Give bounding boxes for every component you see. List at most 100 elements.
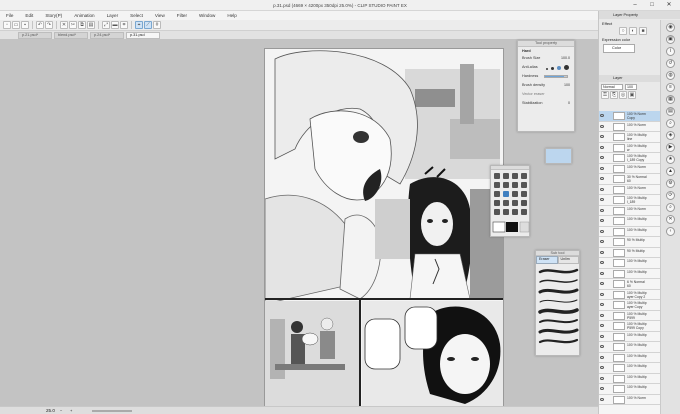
menu-edit[interactable]: Edit: [19, 11, 39, 20]
canvas-page[interactable]: [264, 48, 504, 408]
new-icon[interactable]: ▫: [3, 21, 11, 29]
color-swatch-panel[interactable]: [545, 148, 572, 164]
vector-eraser-row[interactable]: Vector eraser: [518, 90, 574, 99]
opacity-input[interactable]: 100: [625, 83, 637, 90]
eye-icon[interactable]: [600, 271, 604, 275]
menu-help[interactable]: Help: [221, 11, 242, 20]
lock-icon[interactable]: ⚿: [601, 91, 609, 99]
tab-p31[interactable]: p.31.psd: [126, 32, 160, 39]
effect-color-icon[interactable]: ■: [639, 27, 647, 35]
crop-icon[interactable]: ⌗: [120, 21, 128, 29]
layer-row[interactable]: 100 % Norm: [599, 394, 661, 405]
zoom-out-icon[interactable]: −: [60, 408, 62, 413]
eye-icon[interactable]: [600, 324, 604, 327]
layer-list[interactable]: 100 % Norm Copy 100 % Norm 100 % Multip line…: [599, 111, 661, 414]
layer-row[interactable]: 100 % Multip: [599, 352, 661, 363]
maximize-button[interactable]: □: [645, 1, 659, 10]
zoom-in-icon[interactable]: +: [70, 408, 72, 413]
layer-row[interactable]: 100 % Multip P599: [599, 310, 661, 321]
eye-icon[interactable]: [600, 345, 604, 348]
color-slider-icon[interactable]: ≡: [666, 83, 675, 92]
layer-row[interactable]: 100 % Norm: [599, 205, 661, 216]
layer-row[interactable]: 6 % Normal 60: [599, 279, 661, 290]
tab-blend[interactable]: blend.psd*: [54, 32, 88, 39]
search-icon[interactable]: ⌕: [666, 203, 675, 212]
layer-row[interactable]: 100 % Multip ayer Copy: [599, 300, 661, 311]
brush-density-value[interactable]: 100: [564, 83, 570, 87]
snap-icon[interactable]: ⌖: [135, 21, 143, 29]
copy-icon[interactable]: ⧉: [78, 21, 86, 29]
layer-row[interactable]: 100 % Multip: [599, 226, 661, 237]
eye-icon[interactable]: [600, 303, 604, 306]
quick-access-icon[interactable]: ★: [666, 155, 675, 164]
blend-mode-select[interactable]: Normal: [601, 83, 623, 90]
undo-icon[interactable]: ↶: [36, 21, 44, 29]
eye-icon[interactable]: [600, 177, 604, 180]
eye-icon[interactable]: [600, 219, 604, 222]
tab-unlimited[interactable]: Unlim: [557, 256, 579, 264]
sub-view-icon[interactable]: ▣: [666, 35, 675, 44]
cut-icon[interactable]: ✂: [69, 21, 77, 29]
layer-row[interactable]: 100 % Norm: [599, 121, 661, 132]
eye-icon[interactable]: [600, 355, 604, 359]
layer-row[interactable]: 100 % Multip: [599, 268, 661, 279]
layer-row[interactable]: 100 % Multip ayer Copy 2: [599, 289, 661, 300]
brush-size-row[interactable]: Brush Size 100.0: [518, 54, 574, 63]
layer-row[interactable]: 100 % Multip: [599, 331, 661, 342]
layer-icon[interactable]: ▤: [666, 107, 675, 116]
info-icon[interactable]: i: [666, 47, 675, 56]
zoom-value[interactable]: 25.0: [46, 408, 55, 413]
brush-stroke-list[interactable]: [536, 264, 581, 356]
layer-row[interactable]: 100 % Norm: [599, 163, 661, 174]
layer-row[interactable]: 100 % Multip: [599, 373, 661, 384]
stabilization-row[interactable]: Stabilization 0: [518, 99, 574, 108]
eye-icon[interactable]: [600, 156, 604, 159]
tab-eraser[interactable]: Eraser: [536, 256, 558, 264]
layer-row[interactable]: 30 % Normal 60: [599, 174, 661, 185]
eye-icon[interactable]: [600, 250, 604, 254]
eye-icon[interactable]: [600, 376, 604, 380]
layer-row[interactable]: 100 % Multip: [599, 216, 661, 227]
tool-icons-grid[interactable]: [491, 170, 531, 236]
auto-action-icon[interactable]: ⟳: [666, 191, 675, 200]
eye-icon[interactable]: [600, 387, 604, 390]
minimize-button[interactable]: –: [628, 1, 642, 10]
open-icon[interactable]: ▭: [12, 21, 20, 29]
close-button[interactable]: ✕: [662, 1, 676, 10]
brush-size-value[interactable]: 100.0: [561, 56, 570, 60]
tab-p21[interactable]: p.21.psd*: [18, 32, 52, 39]
menu-window[interactable]: Window: [193, 11, 221, 20]
menu-file[interactable]: File: [0, 11, 19, 20]
snap-ruler-icon[interactable]: ⟋: [144, 21, 152, 29]
paste-icon[interactable]: ▤: [87, 21, 95, 29]
menu-story[interactable]: Story(P): [39, 11, 68, 20]
effect-tone-icon[interactable]: ◐: [629, 27, 637, 35]
reference-icon[interactable]: ◎: [619, 91, 627, 99]
eye-icon[interactable]: [600, 240, 604, 243]
navigator-icon[interactable]: ◉: [666, 23, 675, 32]
anti-alias-row[interactable]: Anti-alias: [518, 63, 574, 72]
hardness-slider[interactable]: [544, 75, 568, 78]
layer-row[interactable]: 100 % Multip l_189: [599, 195, 661, 206]
layer-row[interactable]: 100 % Multip line: [599, 132, 661, 143]
eye-icon[interactable]: [600, 313, 604, 317]
grid-icon[interactable]: #: [153, 21, 161, 29]
color-wheel-icon[interactable]: ◍: [666, 71, 675, 80]
layer-row[interactable]: 100 % Multip: [599, 363, 661, 374]
menu-view[interactable]: View: [149, 11, 171, 20]
eye-icon[interactable]: [600, 334, 604, 338]
color-set-icon[interactable]: ▦: [666, 95, 675, 104]
eye-icon[interactable]: [600, 292, 604, 296]
menu-layer[interactable]: Layer: [101, 11, 125, 20]
brush-density-row[interactable]: Brush density 100: [518, 81, 574, 90]
stabilization-value[interactable]: 0: [568, 101, 570, 105]
eye-icon[interactable]: [600, 166, 604, 170]
gear-icon[interactable]: ⚙: [666, 179, 675, 188]
material-icon[interactable]: ◈: [666, 131, 675, 140]
tab-p24[interactable]: p.24.psd*: [90, 32, 124, 39]
clip-icon[interactable]: ⎘: [610, 91, 618, 99]
save-icon[interactable]: ▪: [21, 21, 29, 29]
eye-icon[interactable]: [600, 135, 604, 138]
layer-row[interactable]: 100 % Multip: [599, 258, 661, 269]
eye-icon[interactable]: [600, 229, 604, 233]
